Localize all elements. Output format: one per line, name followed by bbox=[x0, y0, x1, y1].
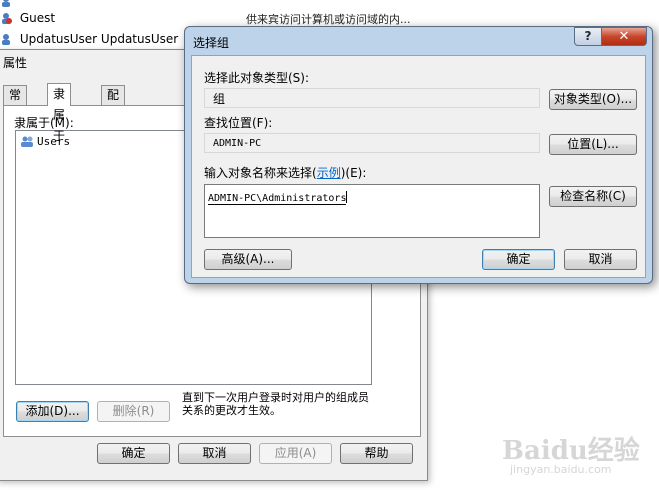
examples-link[interactable]: 示例 bbox=[317, 166, 341, 180]
tab-profile[interactable]: 配置文件 bbox=[101, 85, 126, 159]
window-title: 属性 bbox=[3, 56, 28, 70]
user-icon bbox=[0, 11, 12, 24]
locations-button[interactable]: 位置(L)... bbox=[549, 134, 637, 155]
check-names-button[interactable]: 检查名称(C) bbox=[549, 186, 637, 207]
object-names-value: ADMIN-PC\Administrators bbox=[208, 193, 347, 205]
object-types-button[interactable]: 对象类型(O)... bbox=[549, 89, 637, 110]
user-row-guest[interactable]: Guest bbox=[0, 9, 55, 27]
group-icon bbox=[20, 135, 34, 147]
location-field: ADMIN-PC bbox=[204, 133, 540, 153]
ok-button[interactable]: 确定 bbox=[97, 443, 170, 464]
user-icon bbox=[0, 0, 12, 7]
select-group-dialog: 选择组 ? ✕ 选择此对象类型(S): 组 对象类型(O)... 查找位置(F)… bbox=[184, 26, 653, 284]
text-caret bbox=[346, 191, 348, 203]
object-type-field: 组 bbox=[204, 88, 540, 108]
location-label: 查找位置(F): bbox=[204, 116, 273, 130]
cancel-button[interactable]: 取消 bbox=[178, 443, 251, 464]
tab-general[interactable]: 常规 bbox=[3, 85, 28, 121]
dialog-cancel-button[interactable]: 取消 bbox=[564, 249, 637, 270]
help-icon[interactable]: ? bbox=[574, 27, 602, 46]
dialog-ok-button[interactable]: 确定 bbox=[482, 249, 555, 270]
dialog-body: 选择此对象类型(S): 组 对象类型(O)... 查找位置(F): ADMIN-… bbox=[191, 55, 646, 278]
object-names-input[interactable]: ADMIN-PC\Administrators bbox=[204, 184, 540, 238]
tab-member-of[interactable]: 隶属于 bbox=[47, 83, 72, 143]
advanced-button[interactable]: 高级(A)... bbox=[204, 249, 292, 270]
user-icon bbox=[0, 32, 12, 45]
user-row-updatususer[interactable]: UpdatusUser UpdatusUser bbox=[0, 30, 178, 48]
object-type-label: 选择此对象类型(S): bbox=[204, 71, 310, 85]
close-icon[interactable]: ✕ bbox=[601, 27, 647, 46]
apply-button[interactable]: 应用(A) bbox=[259, 443, 332, 464]
add-button[interactable]: 添加(D)... bbox=[16, 401, 89, 422]
user-name: UpdatusUser UpdatusUser bbox=[19, 32, 179, 46]
dialog-title: 选择组 bbox=[193, 36, 230, 50]
help-button[interactable]: 帮助 bbox=[340, 443, 413, 464]
remove-button[interactable]: 删除(R) bbox=[97, 401, 170, 422]
user-name: Guest bbox=[19, 11, 56, 25]
baidu-watermark-logo: Baidu经验 bbox=[502, 436, 640, 466]
baidu-watermark-url: jingyan.baidu.com bbox=[510, 463, 612, 476]
membership-note: 直到下一次用户登录时对用户的组成员关系的更改才生效。 bbox=[182, 391, 369, 417]
object-names-label: 输入对象名称来选择(示例)(E): bbox=[204, 166, 367, 180]
user-description: 供来宾访问计算机或访问域的内... bbox=[246, 13, 411, 26]
